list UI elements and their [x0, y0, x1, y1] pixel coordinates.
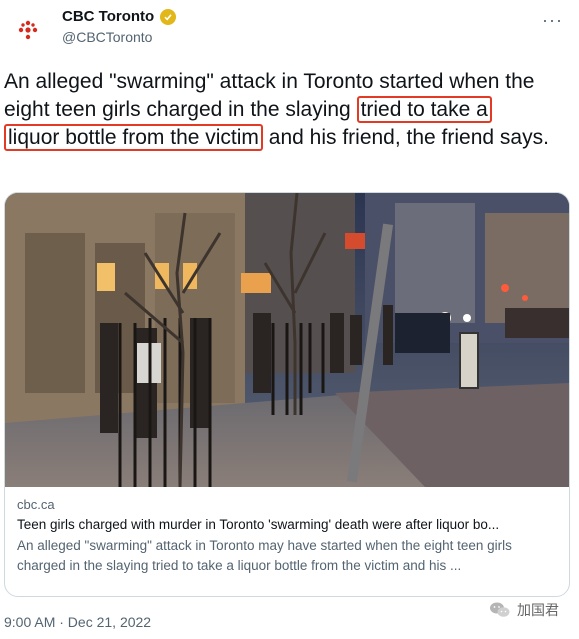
cbc-logo-icon — [18, 20, 38, 40]
watermark: 加国君 — [489, 600, 559, 620]
watermark-text: 加国君 — [517, 602, 559, 618]
tweet-text-part2: and his friend, the friend says. — [262, 126, 549, 149]
card-title[interactable]: Teen girls charged with murder in Toront… — [17, 517, 557, 532]
tweet-text: An alleged "swarming" attack in Toronto … — [4, 68, 574, 152]
more-options-icon[interactable]: ··· — [542, 10, 563, 31]
wechat-icon — [490, 602, 510, 617]
highlight-box-2: liquor bottle from the victim — [4, 124, 263, 151]
card-domain: cbc.ca — [17, 497, 55, 512]
highlight-box-1: tried to take a — [356, 96, 492, 123]
tweet-header: CBC Toronto @CBCToronto ··· — [0, 0, 579, 60]
verified-badge-icon — [160, 8, 177, 25]
account-name[interactable]: CBC Toronto — [62, 8, 154, 25]
card-description: An alleged "swarming" attack in Toronto … — [17, 538, 512, 573]
link-card[interactable]: cbc.ca Teen girls charged with murder in… — [4, 192, 570, 597]
card-photo — [5, 193, 569, 487]
avatar[interactable] — [4, 10, 52, 50]
account-handle[interactable]: @CBCToronto — [62, 29, 152, 45]
tweet-timestamp[interactable]: 9:00 AM · Dec 21, 2022 — [4, 614, 151, 630]
